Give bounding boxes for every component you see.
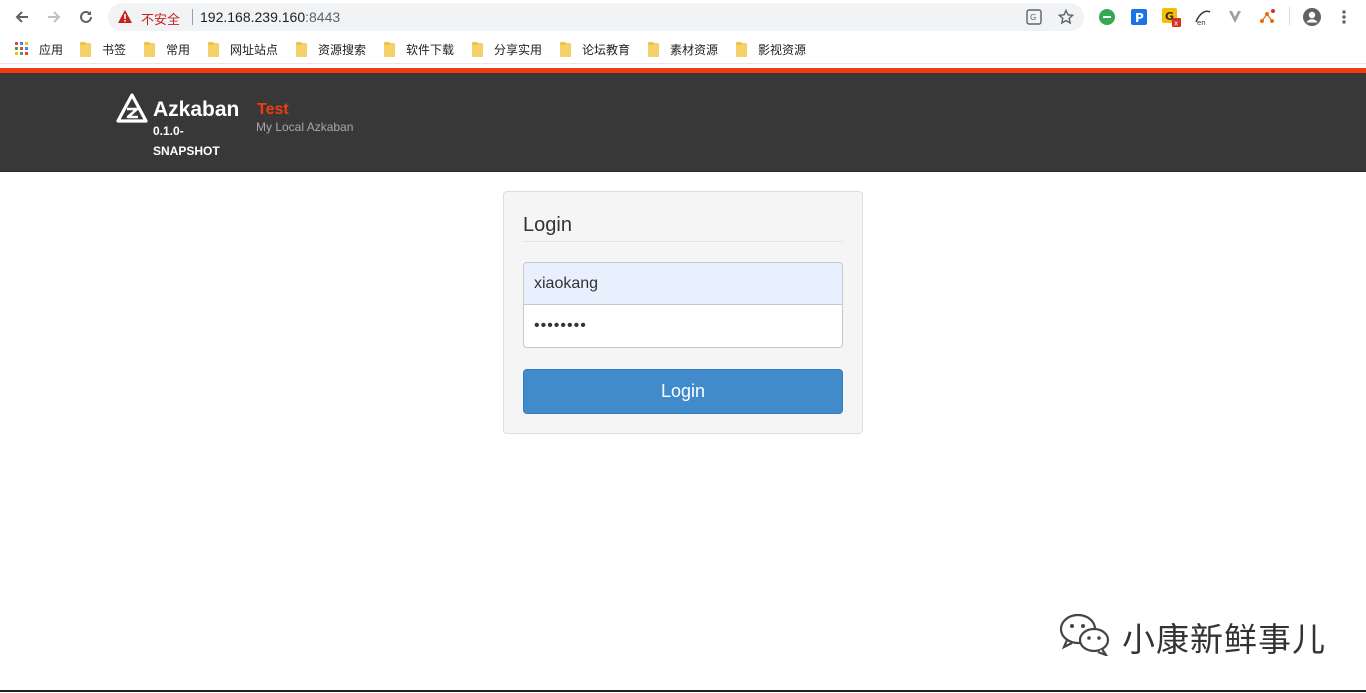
url-port: :8443 [305,9,341,25]
extension-en-icon[interactable]: en [1193,7,1213,27]
bookmark-label: 书签 [102,43,127,57]
bookmark-folder[interactable]: 网址站点 [208,41,278,58]
svg-text:x: x [1174,20,1178,28]
folder-icon [80,41,91,57]
bookmark-label: 素材资源 [670,43,719,57]
warning-icon [118,10,132,28]
menu-dots-icon[interactable] [1334,7,1354,27]
bookmark-folder[interactable]: 书签 [80,41,126,58]
folder-icon [648,41,659,57]
back-icon[interactable] [8,3,36,31]
bookmark-folder[interactable]: 素材资源 [648,41,718,58]
extension-share-icon[interactable] [1257,7,1277,27]
svg-text:P: P [1135,11,1144,25]
login-panel: Login xiaokang •••••••• Login [503,191,863,434]
app-header: Azkaban 0.1.0-SNAPSHOT Test My Local Azk… [0,73,1366,171]
reload-icon[interactable] [72,3,100,31]
bookmark-folder[interactable]: 分享实用 [472,41,542,58]
environment-name: Test [257,101,289,118]
bookmark-label: 应用 [39,43,64,57]
divider [192,9,193,25]
password-input[interactable]: •••••••• [523,305,843,348]
folder-icon [736,41,747,57]
bookmark-label: 论坛教育 [582,43,631,57]
bookmark-label: 软件下载 [406,43,455,57]
azkaban-logo-icon[interactable] [116,93,148,128]
extension-green-icon[interactable] [1097,7,1117,27]
login-button[interactable]: Login [523,369,843,414]
extension-c-icon[interactable]: Gx [1161,7,1181,27]
bottom-border [0,690,1366,692]
wechat-icon [1058,612,1112,661]
header-bottom-line [0,171,1366,172]
profile-icon[interactable] [1302,7,1322,27]
star-icon[interactable] [1056,7,1076,27]
bookmark-folder[interactable]: 资源搜索 [296,41,366,58]
bookmark-label: 网址站点 [230,43,279,57]
bookmark-label: 影视资源 [758,43,807,57]
address-bar[interactable]: 不安全 192.168.239.160:8443 G [108,3,1084,31]
browser-toolbar: 不安全 192.168.239.160:8443 G P Gx en [0,0,1366,34]
folder-icon [296,41,307,57]
toolbar-divider [1289,7,1290,25]
folder-icon [384,41,395,57]
bookmark-folder[interactable]: 软件下载 [384,41,454,58]
divider [523,241,843,242]
extension-v-icon[interactable] [1225,7,1245,27]
svg-text:G: G [1030,13,1036,22]
bookmark-label: 常用 [166,43,191,57]
version-label: 0.1.0-SNAPSHOT [153,124,220,158]
folder-icon [144,41,155,57]
folder-icon [472,41,483,57]
bookmark-folder[interactable]: 常用 [144,41,190,58]
url-host: 192.168.239.160 [200,9,306,25]
svg-text:en: en [1197,19,1206,26]
bookmarks-bar: 应用 书签 常用 网址站点 资源搜索 软件下载 分享实用 论坛教育 素材资源 影… [0,34,1366,64]
bookmark-folder[interactable]: 论坛教育 [560,41,630,58]
bookmark-apps[interactable]: 应用 [15,41,63,58]
watermark: 小康新鲜事儿 [1058,612,1326,661]
folder-icon [208,41,219,57]
url-text[interactable]: 192.168.239.160:8443 [200,9,340,25]
login-title: Login [523,214,572,236]
bookmark-label: 资源搜索 [318,43,367,57]
folder-icon [560,41,571,57]
username-input[interactable]: xiaokang [523,262,843,305]
bookmark-label: 分享实用 [494,43,543,57]
environment-description: My Local Azkaban [256,120,354,134]
apps-grid-icon [15,41,28,58]
security-label[interactable]: 不安全 [141,9,180,28]
watermark-text: 小康新鲜事儿 [1122,620,1326,658]
extension-p-icon[interactable]: P [1129,7,1149,27]
brand-name[interactable]: Azkaban [153,98,239,122]
bookmark-folder[interactable]: 影视资源 [736,41,806,58]
forward-icon[interactable] [40,3,68,31]
translate-icon[interactable]: G [1024,7,1044,27]
